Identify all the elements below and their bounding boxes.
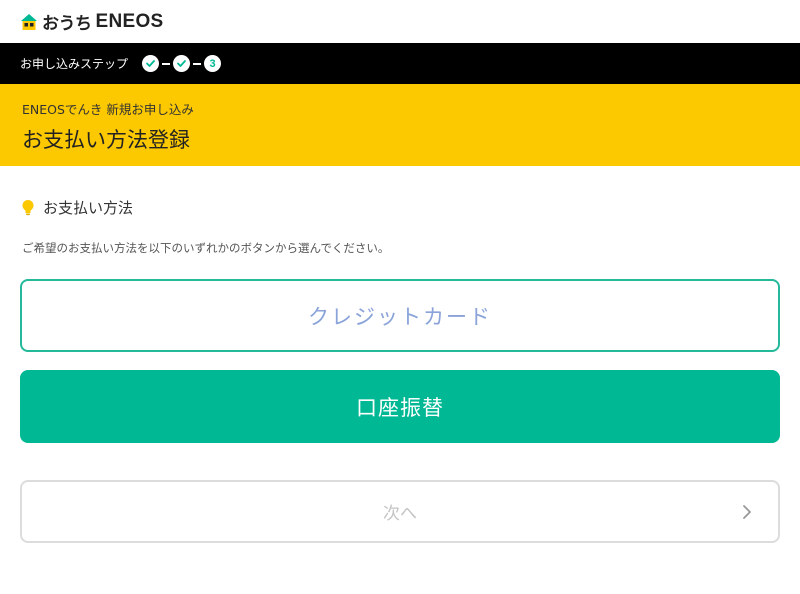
section-title: お支払い方法: [43, 199, 134, 217]
main-content: お支払い方法 ご希望のお支払い方法を以下のいずれかのボタンから選んでください。 …: [0, 197, 800, 543]
logo[interactable]: おうち ENEOS: [20, 9, 164, 34]
steps-bar: お申し込みステップ 3: [0, 43, 800, 84]
step-2-complete: [173, 55, 191, 72]
page-title: お支払い方法登録: [22, 128, 190, 152]
step-3-current: 3: [204, 55, 222, 72]
bank-transfer-button[interactable]: 口座振替: [20, 370, 780, 443]
next-button[interactable]: 次へ: [20, 480, 780, 543]
steps-label: お申し込みステップ: [20, 57, 129, 71]
section-heading: お支払い方法: [20, 197, 780, 218]
credit-card-button[interactable]: クレジットカード: [20, 279, 780, 352]
step-connector: [162, 62, 171, 65]
section-description: ご希望のお支払い方法を以下のいずれかのボタンから選んでください。: [22, 241, 390, 255]
lightbulb-icon: [22, 199, 34, 215]
step-number: 3: [209, 57, 216, 70]
check-icon: [177, 60, 186, 67]
page-subtitle: ENEOSでんき 新規お申し込み: [22, 102, 194, 117]
step-1-complete: [142, 55, 160, 72]
logo-brand: ENEOS: [95, 10, 164, 32]
check-icon: [146, 60, 155, 67]
house-icon: [21, 13, 37, 30]
header: おうち ENEOS: [0, 0, 800, 43]
title-band: ENEOSでんき 新規お申し込み お支払い方法登録: [0, 84, 800, 166]
credit-card-label: クレジットカード: [308, 304, 492, 329]
next-label: 次へ: [383, 504, 417, 524]
chevron-right-icon: [743, 504, 751, 519]
bank-transfer-label: 口座振替: [356, 395, 444, 420]
step-connector: [193, 62, 202, 65]
step-indicator: 3: [142, 55, 222, 72]
logo-hiragana: おうち: [42, 14, 92, 34]
